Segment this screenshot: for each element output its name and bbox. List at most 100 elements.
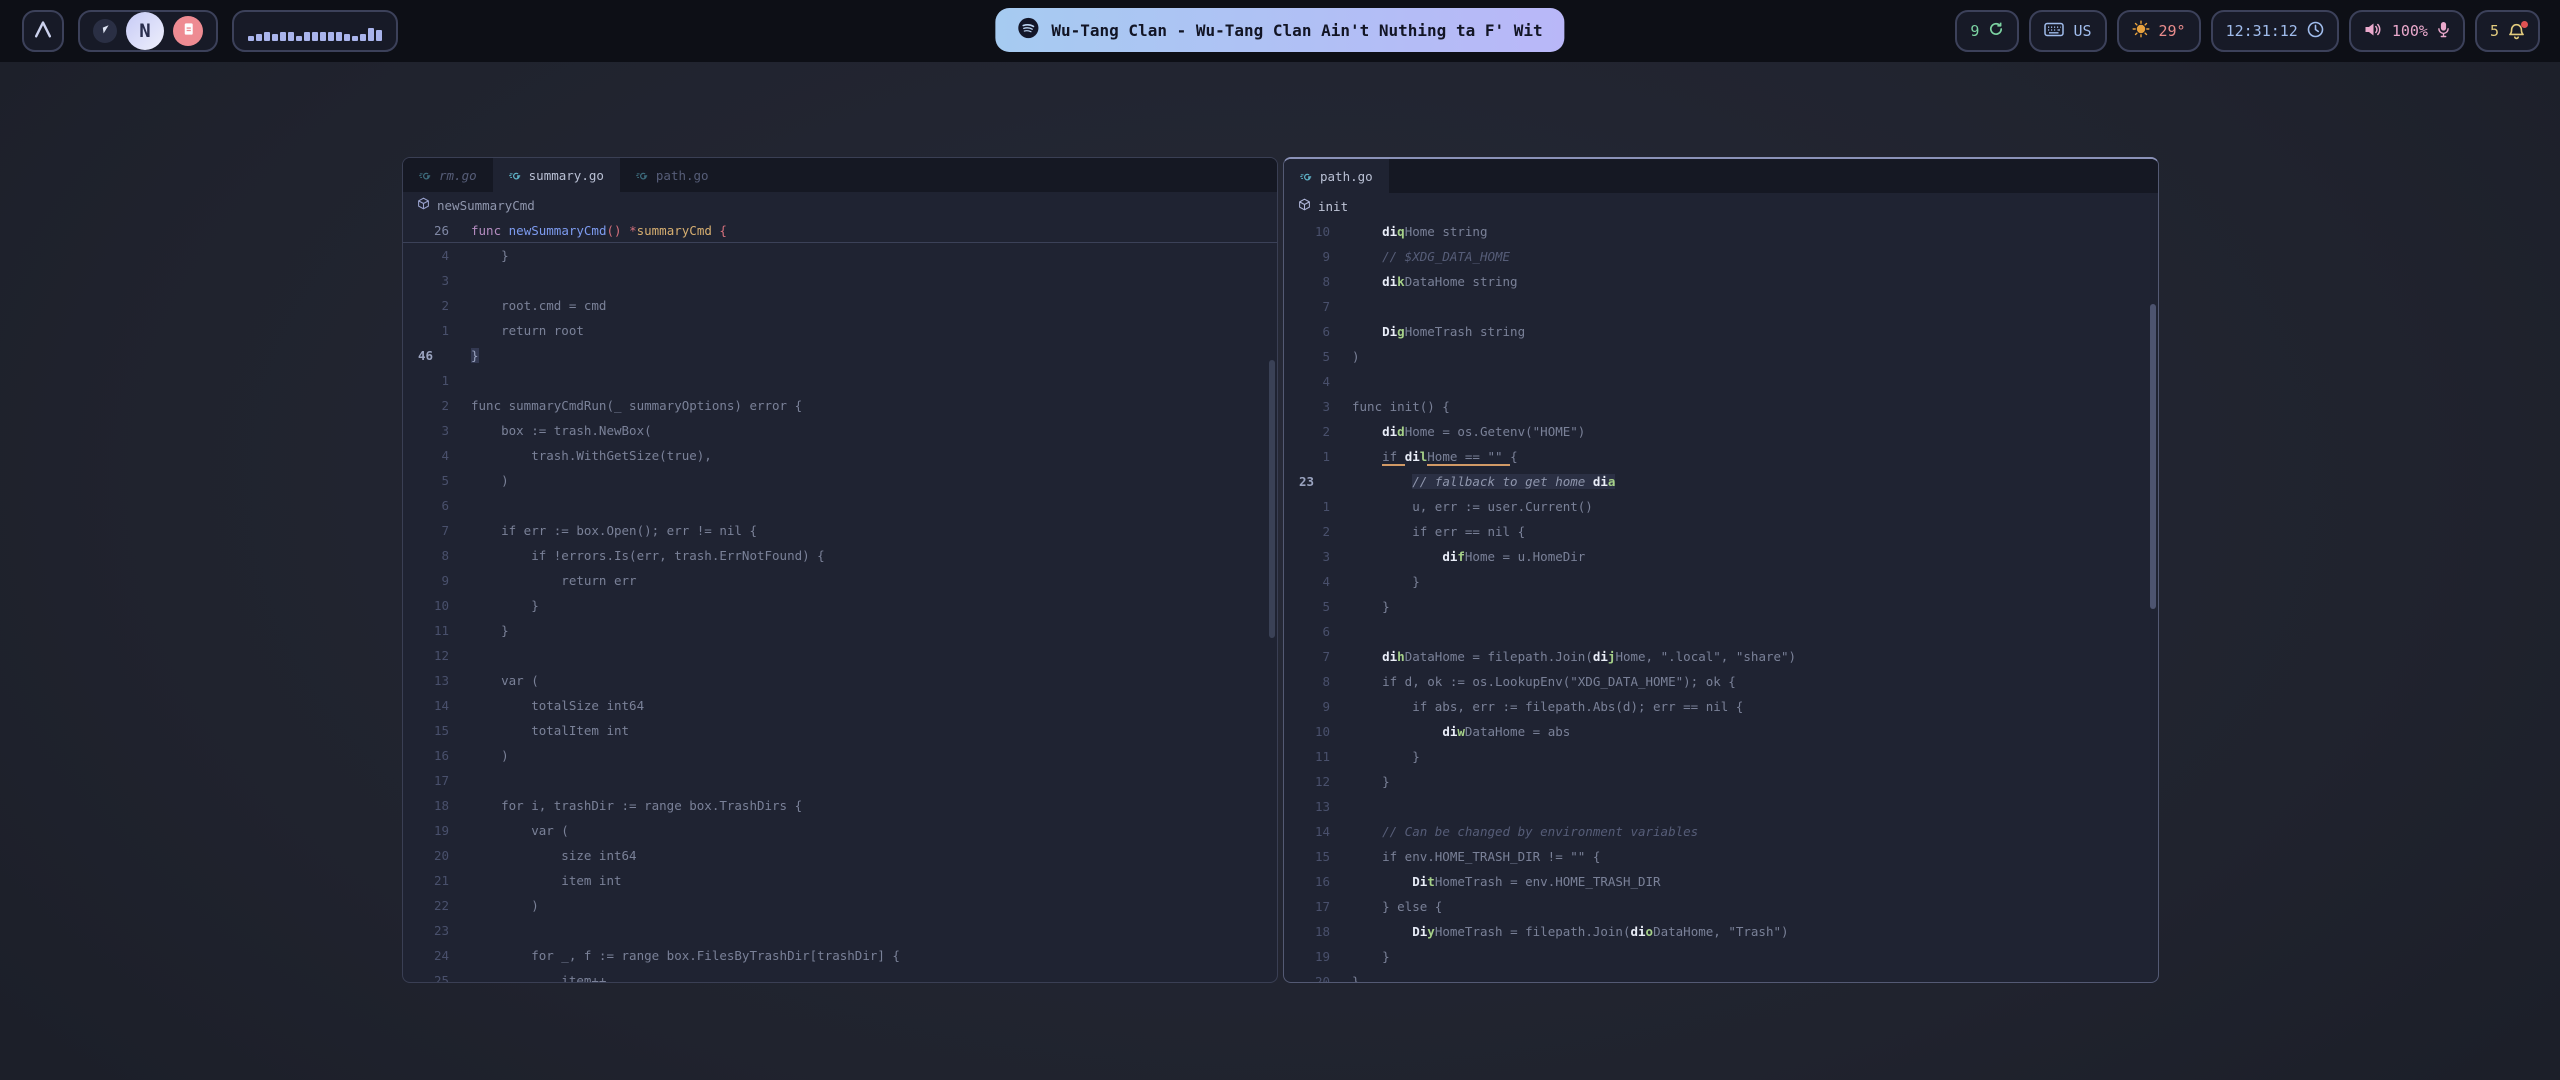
code-line: 24 for _, f := range box.FilesByTrashDir… (403, 943, 1277, 968)
code-line: 22 ) (403, 893, 1277, 918)
code-text: size int64 (449, 843, 637, 868)
workspace-browser[interactable] (93, 19, 117, 43)
line-number: 9 (403, 568, 449, 593)
line-number: 20 (403, 843, 449, 868)
code-line: 7 (1284, 294, 2158, 319)
code-segment: func (471, 223, 509, 238)
code-segment: DataHome string (1405, 274, 1518, 289)
code-segment: newSummaryCmd (509, 223, 607, 238)
letter-n-icon: N (139, 20, 150, 42)
code-line: 1 if dilHome == "" { (1284, 444, 2158, 469)
code-text: } (449, 343, 479, 368)
code-segment: Di (1412, 874, 1427, 889)
code-line: 20 size int64 (403, 843, 1277, 868)
visualizer-bar (272, 34, 278, 41)
line-number: 12 (403, 643, 449, 668)
line-number: 11 (1284, 744, 1330, 769)
code-line: 8 if d, ok := os.LookupEnv("XDG_DATA_HOM… (1284, 669, 2158, 694)
bar-left-modules: N (22, 10, 398, 52)
weather-pill[interactable]: 29° (2117, 10, 2201, 52)
code-line: 4 } (1284, 569, 2158, 594)
flash-label: q (1397, 224, 1405, 239)
symbol-cube-icon (417, 197, 430, 213)
line-number: 24 (403, 943, 449, 968)
tab-path-go[interactable]: path.go (1284, 159, 1389, 193)
tab-path-go[interactable]: path.go (620, 158, 725, 192)
scrollbar-thumb[interactable] (1269, 360, 1275, 638)
code-segment: } (471, 248, 509, 263)
clock-pill[interactable]: 12:31:12 (2211, 10, 2339, 52)
code-text (449, 268, 471, 293)
code-text: for i, trashDir := range box.TrashDirs { (449, 793, 802, 818)
sun-icon (2132, 20, 2150, 42)
flash-label: w (1457, 724, 1465, 739)
code-area-summary-go[interactable]: 26func newSummaryCmd() *summaryCmd {4 }3… (403, 218, 1277, 982)
audio-visualizer[interactable] (232, 10, 398, 52)
code-segment: } (471, 623, 509, 638)
code-line: 3 box := trash.NewBox( (403, 418, 1277, 443)
code-text: } (1330, 744, 1420, 769)
code-line: 3 func init() { (1284, 394, 2158, 419)
code-text: } else { (1330, 894, 1442, 919)
workspace-document[interactable] (173, 16, 203, 46)
code-segment: ) (471, 748, 509, 763)
code-segment: Home = u.HomeDir (1465, 549, 1585, 564)
line-number: 3 (1284, 394, 1330, 419)
code-segment: func init() { (1352, 399, 1450, 414)
volume-pill[interactable]: 100% (2349, 10, 2465, 52)
scrollbar-thumb[interactable] (2150, 304, 2156, 609)
code-segment: { (719, 223, 727, 238)
notifications-pill[interactable]: 5 (2475, 10, 2540, 52)
line-number: 26 (403, 218, 449, 242)
code-line: 17 (403, 768, 1277, 793)
code-line: 6 DigHomeTrash string (1284, 319, 2158, 344)
line-number: 6 (403, 493, 449, 518)
tab-rm-go[interactable]: rm.go (403, 158, 493, 192)
workspace-active[interactable]: N (126, 12, 164, 50)
tab-label: summary.go (529, 168, 604, 183)
code-segment: ) (471, 898, 539, 913)
line-number: 21 (403, 868, 449, 893)
code-line: 25 item++ (403, 968, 1277, 982)
line-number: 23 (403, 918, 449, 943)
tab-summary-go[interactable]: summary.go (493, 158, 620, 192)
line-number: 15 (403, 718, 449, 743)
code-text: ) (449, 743, 509, 768)
code-text: if env.HOME_TRASH_DIR != "" { (1330, 844, 1600, 869)
line-number: 14 (1284, 819, 1330, 844)
editor-window-left: rm.gosummary.gopath.go newSummaryCmd 26f… (402, 157, 1278, 983)
updates-pill[interactable]: 9 (1955, 10, 2019, 52)
code-line: 6 (403, 493, 1277, 518)
code-text: dikDataHome string (1330, 269, 1518, 294)
line-number: 19 (1284, 944, 1330, 969)
line-number: 5 (1284, 344, 1330, 369)
code-line: 7 if err := box.Open(); err != nil { (403, 518, 1277, 543)
line-number: 3 (1284, 544, 1330, 569)
code-line: 13 var ( (403, 668, 1277, 693)
code-line: 15 totalItem int (403, 718, 1277, 743)
code-segment: func summaryCmdRun(_ summaryOptions) err… (471, 398, 802, 413)
code-text: if !errors.Is(err, trash.ErrNotFound) { (449, 543, 825, 568)
temperature-label: 29° (2159, 22, 2186, 40)
globe-icon (97, 21, 113, 41)
code-text: } (1330, 969, 1360, 982)
code-segment: box := trash.NewBox( (471, 423, 652, 438)
now-playing-pill[interactable]: Wu-Tang Clan - Wu-Tang Clan Ain't Nuthin… (995, 8, 1564, 52)
code-text: } (1330, 594, 1390, 619)
launcher-button[interactable] (22, 10, 64, 52)
code-segment: } (1352, 974, 1360, 982)
code-line: 9 // $XDG_DATA_HOME (1284, 244, 2158, 269)
visualizer-bar (280, 32, 286, 41)
code-segment: size int64 (471, 848, 637, 863)
line-number: 6 (1284, 319, 1330, 344)
code-text: ) (449, 893, 539, 918)
line-number: 2 (403, 293, 449, 318)
visualizer-bar (360, 34, 366, 41)
keyboard-layout-pill[interactable]: US (2029, 10, 2106, 52)
visualizer-bar (352, 36, 358, 41)
code-segment (1352, 824, 1382, 839)
code-area-path-go[interactable]: 10 diqHome string9 // $XDG_DATA_HOME8 di… (1284, 219, 2158, 982)
breadcrumb-right: init (1284, 193, 2158, 219)
line-number: 8 (1284, 669, 1330, 694)
line-number: 12 (1284, 769, 1330, 794)
